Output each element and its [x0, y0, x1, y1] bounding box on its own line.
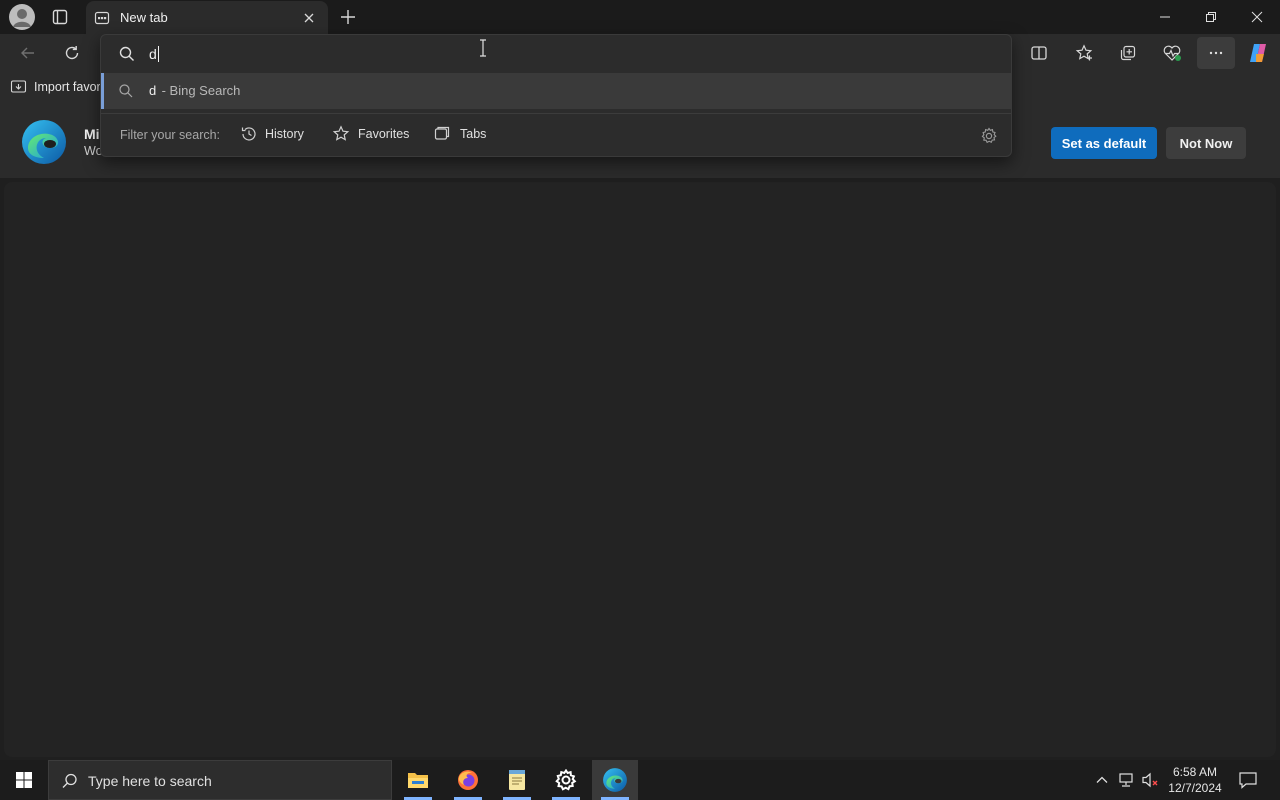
split-screen-icon	[1031, 46, 1047, 60]
search-settings-button[interactable]	[979, 126, 999, 146]
edge-logo-icon	[22, 120, 66, 164]
banner-title: Mi	[84, 126, 100, 142]
close-icon	[1251, 11, 1263, 23]
filter-favorites-label: Favorites	[358, 127, 410, 141]
minimize-button[interactable]	[1142, 0, 1188, 34]
suggestion-query: d	[149, 83, 157, 98]
restore-button[interactable]	[1188, 0, 1234, 34]
filter-tabs-button[interactable]: Tabs	[433, 125, 486, 143]
edge-icon	[603, 768, 627, 792]
filter-history-button[interactable]: History	[240, 125, 304, 143]
new-tab-page-icon	[94, 11, 110, 25]
taskbar-search-box[interactable]: Type here to search	[48, 760, 392, 800]
taskbar-search-placeholder: Type here to search	[88, 773, 212, 789]
set-as-default-button[interactable]: Set as default	[1051, 127, 1157, 159]
gear-icon	[555, 769, 577, 791]
import-favorites-label: Import favor	[34, 80, 101, 94]
collections-button[interactable]	[1111, 37, 1145, 69]
copilot-button[interactable]	[1241, 37, 1275, 69]
clock[interactable]: 6:58 AM 12/7/2024	[1166, 764, 1224, 796]
start-button[interactable]	[2, 760, 46, 800]
clock-date: 12/7/2024	[1168, 781, 1222, 795]
filter-favorites-button[interactable]: Favorites	[332, 125, 409, 143]
profile-icon	[13, 9, 31, 27]
taskbar-edge[interactable]	[592, 760, 638, 800]
new-tab-page-content	[4, 182, 1276, 757]
back-arrow-icon	[21, 47, 34, 59]
search-icon	[62, 773, 77, 788]
more-dots-icon	[1209, 51, 1223, 55]
address-input-text: d	[149, 46, 157, 62]
taskbar-firefox[interactable]	[446, 760, 490, 800]
gear-icon	[981, 127, 997, 144]
browser-essentials-button[interactable]	[1155, 37, 1189, 69]
import-icon	[10, 80, 27, 93]
divider	[101, 113, 1011, 114]
volume-button[interactable]	[1141, 771, 1161, 789]
suggestion-source: - Bing Search	[158, 83, 241, 98]
star-icon	[332, 125, 350, 141]
tab-actions-button[interactable]	[48, 5, 72, 29]
tabs-icon	[434, 126, 450, 140]
plus-icon	[341, 10, 355, 24]
suggestion-highlight-bar	[101, 73, 104, 109]
copilot-icon	[1250, 44, 1266, 62]
search-icon	[119, 84, 133, 98]
close-tab-button[interactable]	[300, 9, 318, 27]
address-bar-dropdown: d d - Bing Search Filter your search: Hi…	[100, 34, 1012, 157]
import-favorites-button[interactable]: Import favor	[10, 78, 101, 96]
filter-search-label: Filter your search:	[120, 128, 221, 142]
refresh-button[interactable]	[55, 37, 89, 69]
firefox-icon	[458, 770, 478, 790]
favorites-star-icon	[1075, 44, 1093, 61]
title-bar: New tab	[0, 0, 1280, 34]
volume-muted-icon	[1142, 772, 1158, 788]
close-window-button[interactable]	[1234, 0, 1280, 34]
minimize-icon	[1160, 16, 1170, 18]
folder-icon	[408, 773, 428, 788]
not-now-button[interactable]: Not Now	[1166, 127, 1246, 159]
tab-new-tab[interactable]: New tab	[86, 1, 328, 34]
settings-and-more-button[interactable]	[1197, 37, 1235, 69]
show-hidden-icons-button[interactable]	[1094, 772, 1110, 788]
chevron-up-icon	[1096, 776, 1108, 783]
taskbar-notepad[interactable]	[495, 760, 539, 800]
tab-title: New tab	[120, 10, 168, 25]
history-icon	[241, 127, 256, 141]
text-caret	[157, 46, 159, 62]
windows-taskbar: Type here to search 6:58 AM 12/7/2024	[0, 760, 1280, 800]
new-tab-button[interactable]	[336, 5, 360, 29]
windows-logo-icon	[16, 772, 32, 788]
split-screen-button[interactable]	[1022, 37, 1056, 69]
address-input[interactable]: d	[149, 44, 159, 64]
taskbar-file-explorer[interactable]	[396, 760, 440, 800]
vertical-tabs-icon	[52, 9, 68, 25]
search-icon	[119, 46, 134, 61]
clock-time: 6:58 AM	[1172, 765, 1218, 779]
taskbar-settings[interactable]	[544, 760, 588, 800]
restore-icon	[1206, 12, 1216, 22]
refresh-icon	[65, 46, 79, 60]
profile-avatar[interactable]	[9, 4, 35, 30]
favorites-button[interactable]	[1067, 37, 1101, 69]
filter-history-label: History	[265, 127, 304, 141]
collections-icon	[1120, 45, 1136, 61]
filter-tabs-label: Tabs	[460, 127, 487, 141]
suggestion-bing-search[interactable]: d - Bing Search	[101, 73, 1011, 109]
text-cursor-icon	[480, 39, 486, 57]
back-button[interactable]	[11, 37, 45, 69]
close-icon	[304, 13, 314, 23]
heartbeat-icon	[1163, 45, 1181, 61]
network-icon	[1119, 773, 1133, 787]
notification-icon	[1239, 772, 1257, 789]
notepad-icon	[509, 770, 525, 790]
network-button[interactable]	[1117, 771, 1135, 789]
notifications-button[interactable]	[1238, 771, 1258, 789]
